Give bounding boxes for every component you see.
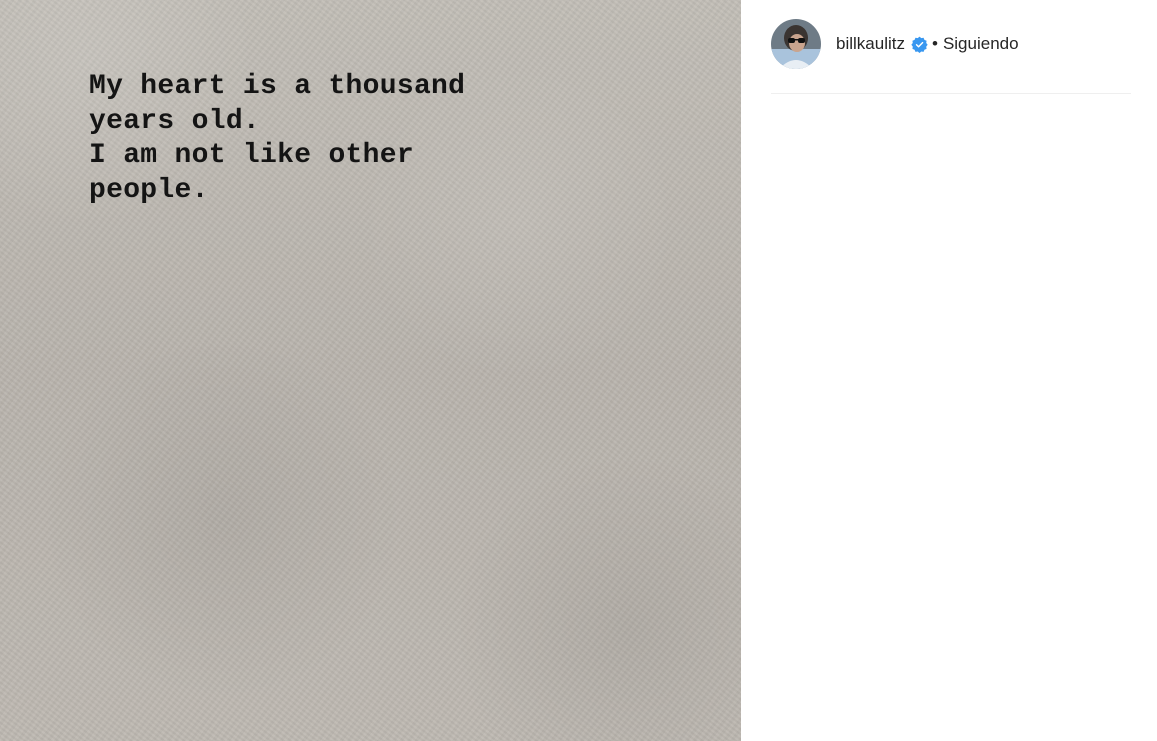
header-divider — [771, 93, 1131, 94]
quote-line: years old. — [89, 105, 261, 137]
post-viewer: My heart is a thousand years old. I am n… — [0, 0, 1157, 741]
username-link[interactable]: billkaulitz — [836, 34, 905, 54]
following-button[interactable]: Siguiendo — [943, 34, 1019, 54]
quote-line: I am not like other — [89, 140, 414, 172]
quote-line: My heart is a thousand — [89, 71, 466, 102]
post-image[interactable]: My heart is a thousand years old. I am n… — [0, 0, 741, 741]
quote-text: My heart is a thousand years old. I am n… — [89, 70, 465, 209]
verified-badge-icon — [911, 36, 928, 53]
quote-line: people. — [89, 175, 209, 207]
avatar-image — [771, 19, 821, 69]
user-info: billkaulitz • Siguiendo — [836, 34, 1019, 54]
avatar[interactable] — [771, 19, 821, 69]
post-side-panel: billkaulitz • Siguiendo — [741, 0, 1157, 741]
post-header: billkaulitz • Siguiendo — [771, 19, 1131, 69]
separator-dot: • — [931, 34, 938, 53]
